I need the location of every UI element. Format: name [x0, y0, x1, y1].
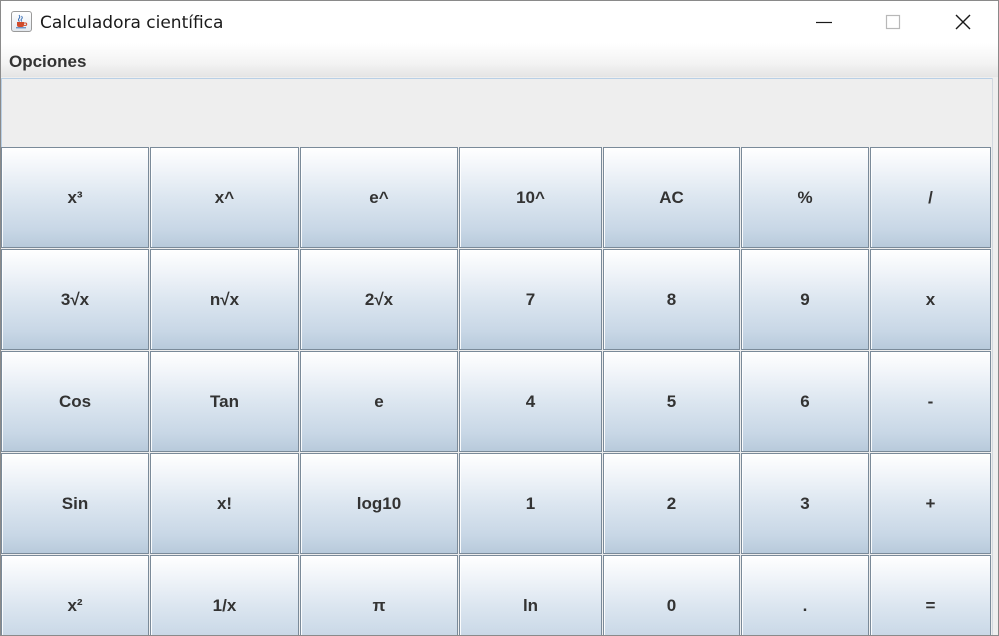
- key-cube-root[interactable]: 3√x: [1, 249, 149, 350]
- title-bar[interactable]: Calculadora científica: [1, 1, 998, 43]
- key-2[interactable]: 2: [603, 453, 740, 554]
- key-nth-root[interactable]: n√x: [150, 249, 299, 350]
- key-pow10[interactable]: 10^: [459, 147, 602, 248]
- key-cube[interactable]: x³: [1, 147, 149, 248]
- key-tan[interactable]: Tan: [150, 351, 299, 452]
- key-cos[interactable]: Cos: [1, 351, 149, 452]
- key-divide[interactable]: /: [870, 147, 991, 248]
- key-all-clear[interactable]: AC: [603, 147, 740, 248]
- close-icon: [955, 14, 971, 30]
- key-4[interactable]: 4: [459, 351, 602, 452]
- key-multiply[interactable]: x: [870, 249, 991, 350]
- key-square-root[interactable]: 2√x: [300, 249, 458, 350]
- keypad: x³ x^ e^ 10^ AC%/ 3√x n√x 2√x 7 8 9 x Cos Tan e 4 5 6- Sin…: [1, 147, 992, 635]
- key-7[interactable]: 7: [459, 249, 602, 350]
- maximize-button[interactable]: [870, 1, 916, 43]
- key-9[interactable]: 9: [741, 249, 869, 350]
- key-6[interactable]: 6: [741, 351, 869, 452]
- key-percent[interactable]: %: [741, 147, 869, 248]
- key-factorial[interactable]: x!: [150, 453, 299, 554]
- key-ln[interactable]: ln: [459, 555, 602, 635]
- key-add[interactable]: +: [870, 453, 991, 554]
- java-coffee-cup-icon: [11, 11, 32, 32]
- key-5[interactable]: 5: [603, 351, 740, 452]
- key-exp[interactable]: e^: [300, 147, 458, 248]
- window-right-edge: [992, 78, 998, 635]
- key-subtract[interactable]: -: [870, 351, 991, 452]
- minimize-icon: [816, 21, 832, 24]
- maximize-icon: [885, 14, 901, 30]
- key-square[interactable]: x²: [1, 555, 149, 635]
- menu-opciones[interactable]: Opciones: [9, 52, 86, 72]
- close-button[interactable]: [940, 1, 986, 43]
- calculator-window: Calculadora científica Opciones x³ x^ e^ 10…: [0, 0, 999, 636]
- key-pi[interactable]: π: [300, 555, 458, 635]
- key-0[interactable]: 0: [603, 555, 740, 635]
- key-reciprocal[interactable]: 1/x: [150, 555, 299, 635]
- key-3[interactable]: 3: [741, 453, 869, 554]
- result-display[interactable]: [1, 78, 992, 147]
- key-e[interactable]: e: [300, 351, 458, 452]
- key-power[interactable]: x^: [150, 147, 299, 248]
- key-decimal[interactable]: .: [741, 555, 869, 635]
- key-log10[interactable]: log10: [300, 453, 458, 554]
- key-8[interactable]: 8: [603, 249, 740, 350]
- window-title: Calculadora científica: [40, 13, 224, 33]
- minimize-button[interactable]: [801, 1, 847, 43]
- key-equals[interactable]: =: [870, 555, 991, 635]
- key-1[interactable]: 1: [459, 453, 602, 554]
- key-sin[interactable]: Sin: [1, 453, 149, 554]
- menu-bar: Opciones: [1, 43, 998, 77]
